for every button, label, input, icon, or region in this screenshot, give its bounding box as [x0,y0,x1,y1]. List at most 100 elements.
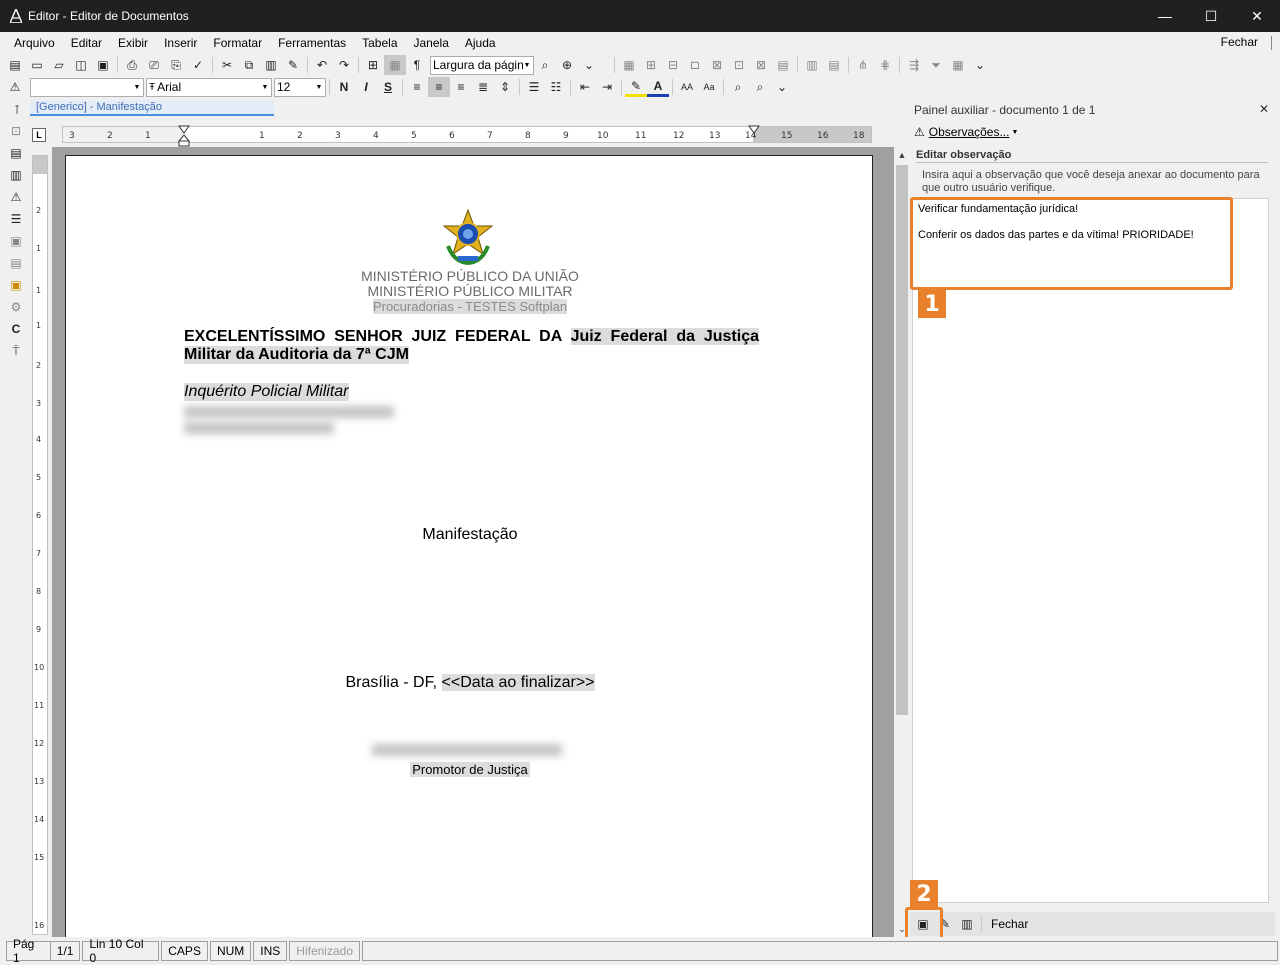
menu-exibir[interactable]: Exibir [110,36,156,50]
decrease-indent-icon[interactable]: ⇤ [574,77,596,97]
print-icon[interactable]: ⎙ [121,55,143,75]
menu-ferramentas[interactable]: Ferramentas [270,36,354,50]
tree-icon[interactable]: ⋔ [852,55,874,75]
bold-icon[interactable]: N [333,77,355,97]
observations-dropdown[interactable]: ⚠ Observações... ▼ [914,125,1018,139]
left-tool-3-icon[interactable]: ▥ [4,164,28,186]
underline-icon[interactable]: S [377,77,399,97]
right-indent-marker[interactable] [748,125,760,135]
copy-icon[interactable]: ⧉ [238,55,260,75]
table-delete-icon[interactable]: ⊠ [706,55,728,75]
cut-icon[interactable]: ✂ [216,55,238,75]
left-tool-8-icon[interactable]: ▣ [4,274,28,296]
menu-close-document[interactable]: Fechar [1221,35,1258,49]
left-tool-5-icon[interactable]: ☰ [4,208,28,230]
minimize-button[interactable]: — [1142,0,1188,32]
layout-icon[interactable]: ▦ [947,55,969,75]
style-select[interactable]: ▼ [30,77,144,97]
paste-note-icon[interactable]: ▥ [956,914,978,934]
left-tool-7-icon[interactable]: ▤ [4,252,28,274]
observations-icon[interactable]: ⚠ [4,186,28,208]
table-split-icon[interactable]: ⊠ [750,55,772,75]
print-preview-icon[interactable]: ⎚ [143,55,165,75]
show-marks-icon[interactable]: ¶ [406,55,428,75]
open-icon[interactable]: ▭ [26,55,48,75]
document-scrollbar[interactable]: ▲ ⌄ [894,147,910,937]
font-select[interactable]: Ŧ Arial ▼ [146,77,272,97]
close-window-button[interactable]: ✕ [1234,0,1280,32]
left-tool-2-icon[interactable]: ▤ [4,142,28,164]
menu-arquivo[interactable]: Arquivo [6,36,63,50]
spellcheck-icon[interactable]: ✓ [187,55,209,75]
search-icon[interactable]: ⌕ [534,55,556,75]
align-right-icon[interactable]: ≡ [450,77,472,97]
overflow-icon[interactable]: ⌄ [969,55,991,75]
paste-icon[interactable]: ▥ [260,55,282,75]
highlight-icon[interactable]: ✎ [625,77,647,97]
zoom-in-icon[interactable]: ⊕ [556,55,578,75]
maximize-button[interactable]: ☐ [1188,0,1234,32]
left-tool-c-icon[interactable]: C [4,318,28,340]
overflow-icon[interactable]: ⌄ [771,77,793,97]
panel-close-icon[interactable]: ✕ [1259,102,1269,116]
document-page[interactable]: MINISTÉRIO PÚBLICO DA UNIÃO MINISTÉRIO P… [65,155,873,937]
save-icon[interactable]: ▣ [92,55,114,75]
table-border-icon[interactable]: □ [684,55,706,75]
align-left-icon[interactable]: ≡ [406,77,428,97]
scroll-thumb[interactable] [896,165,908,715]
redo-icon[interactable]: ↷ [333,55,355,75]
menu-formatar[interactable]: Formatar [205,36,270,50]
style-inspector-icon[interactable]: ⊺ [6,100,28,120]
table-insert-icon[interactable]: ⊞ [640,55,662,75]
properties-icon[interactable]: ◫ [70,55,92,75]
lowercase-icon[interactable]: Aa [698,77,720,97]
size-select[interactable]: 12 ▼ [274,77,326,97]
insert-table-icon[interactable]: ⊞ [362,55,384,75]
zoom-select[interactable]: Largura da págin ▼ [430,55,534,75]
numbering-icon[interactable]: ☷ [545,77,567,97]
table-rows-icon[interactable]: ⊟ [662,55,684,75]
print-setup-icon[interactable]: ⎘ [165,55,187,75]
menu-editar[interactable]: Editar [63,36,110,50]
scroll-up-icon[interactable]: ▲ [894,147,910,163]
filter-icon[interactable]: ⏷ [925,55,947,75]
move-icon[interactable]: ⇶ [903,55,925,75]
justify-icon[interactable]: ≣ [472,77,494,97]
spell-options-icon[interactable]: ⌕ [749,77,771,97]
indent-marker[interactable] [178,125,190,147]
font-color-icon[interactable]: A [647,77,669,97]
left-tool-6-icon[interactable]: ▣ [4,230,28,252]
panel-close-button[interactable]: Fechar [991,917,1028,931]
menu-inserir[interactable]: Inserir [156,36,205,50]
hierarchy-icon[interactable]: ⋕ [874,55,896,75]
vertical-ruler[interactable]: 2111 2345 6789 10 11 12 13 14 15 16 [32,155,48,935]
open-folder-icon[interactable]: ▱ [48,55,70,75]
table-props-icon[interactable]: ▤ [772,55,794,75]
tab-stop-selector[interactable]: L [32,128,46,142]
menu-janela[interactable]: Janela [406,36,457,50]
horizontal-ruler[interactable]: 321 1234 5678 9 10 11 12 13 14 15 16 18 [62,125,872,147]
bullets-icon[interactable]: ☰ [523,77,545,97]
new-document-icon[interactable]: ▤ [4,55,26,75]
uppercase-icon[interactable]: AA [676,77,698,97]
menu-ajuda[interactable]: Ajuda [457,36,504,50]
line-spacing-icon[interactable]: ⇕ [494,77,516,97]
more-options-icon[interactable]: ⌄ [578,55,600,75]
undo-icon[interactable]: ↶ [311,55,333,75]
styles-icon[interactable]: ⚠ [4,77,26,97]
format-painter-icon[interactable]: ✎ [282,55,304,75]
increase-indent-icon[interactable]: ⇥ [596,77,618,97]
rows-icon[interactable]: ▤ [823,55,845,75]
menu-tabela[interactable]: Tabela [354,36,405,50]
grid-icon[interactable]: ▦ [384,55,406,75]
align-center-icon[interactable]: ≡ [428,77,450,97]
table-grid-icon[interactable]: ▦ [618,55,640,75]
italic-icon[interactable]: I [355,77,377,97]
observation-textarea[interactable]: Verificar fundamentação jurídica! Confer… [912,198,1269,903]
left-tool-9-icon[interactable]: ⚙ [4,296,28,318]
left-tool-1-icon[interactable]: ⊡ [4,120,28,142]
left-tool-paint-icon[interactable]: ⍑ [4,340,28,362]
columns-icon[interactable]: ▥ [801,55,823,75]
find-replace-icon[interactable]: ⌕ [727,77,749,97]
table-merge-icon[interactable]: ⊡ [728,55,750,75]
